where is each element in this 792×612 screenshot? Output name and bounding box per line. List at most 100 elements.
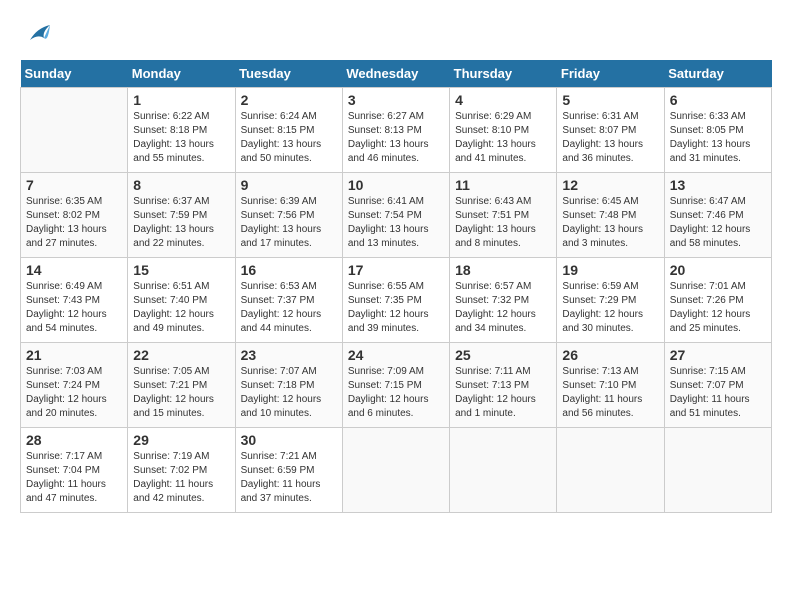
day-number: 27	[670, 347, 766, 363]
calendar-cell: 15 Sunrise: 6:51 AMSunset: 7:40 PMDaylig…	[128, 258, 235, 343]
calendar-cell	[21, 88, 128, 173]
logo	[20, 20, 52, 50]
calendar-cell: 27 Sunrise: 7:15 AMSunset: 7:07 PMDaylig…	[664, 343, 771, 428]
calendar-cell: 25 Sunrise: 7:11 AMSunset: 7:13 PMDaylig…	[450, 343, 557, 428]
calendar-cell: 9 Sunrise: 6:39 AMSunset: 7:56 PMDayligh…	[235, 173, 342, 258]
day-number: 12	[562, 177, 658, 193]
day-number: 14	[26, 262, 122, 278]
calendar-cell: 5 Sunrise: 6:31 AMSunset: 8:07 PMDayligh…	[557, 88, 664, 173]
day-number: 28	[26, 432, 122, 448]
weekday-header-row: SundayMondayTuesdayWednesdayThursdayFrid…	[21, 60, 772, 88]
calendar-cell	[557, 428, 664, 513]
day-info: Sunrise: 6:55 AMSunset: 7:35 PMDaylight:…	[348, 280, 444, 336]
day-info: Sunrise: 6:43 AMSunset: 7:51 PMDaylight:…	[455, 195, 551, 251]
day-number: 3	[348, 92, 444, 108]
day-info: Sunrise: 6:47 AMSunset: 7:46 PMDaylight:…	[670, 195, 766, 251]
day-info: Sunrise: 6:45 AMSunset: 7:48 PMDaylight:…	[562, 195, 658, 251]
day-info: Sunrise: 7:19 AMSunset: 7:02 PMDaylight:…	[133, 450, 229, 506]
day-number: 9	[241, 177, 337, 193]
calendar-cell: 12 Sunrise: 6:45 AMSunset: 7:48 PMDaylig…	[557, 173, 664, 258]
calendar-cell: 20 Sunrise: 7:01 AMSunset: 7:26 PMDaylig…	[664, 258, 771, 343]
page-header	[20, 20, 772, 50]
calendar-cell: 13 Sunrise: 6:47 AMSunset: 7:46 PMDaylig…	[664, 173, 771, 258]
weekday-header-saturday: Saturday	[664, 60, 771, 88]
day-info: Sunrise: 6:53 AMSunset: 7:37 PMDaylight:…	[241, 280, 337, 336]
day-info: Sunrise: 6:37 AMSunset: 7:59 PMDaylight:…	[133, 195, 229, 251]
calendar-cell: 16 Sunrise: 6:53 AMSunset: 7:37 PMDaylig…	[235, 258, 342, 343]
day-info: Sunrise: 6:24 AMSunset: 8:15 PMDaylight:…	[241, 110, 337, 166]
day-info: Sunrise: 7:17 AMSunset: 7:04 PMDaylight:…	[26, 450, 122, 506]
week-row-3: 14 Sunrise: 6:49 AMSunset: 7:43 PMDaylig…	[21, 258, 772, 343]
day-info: Sunrise: 7:11 AMSunset: 7:13 PMDaylight:…	[455, 365, 551, 421]
day-number: 6	[670, 92, 766, 108]
calendar-cell	[450, 428, 557, 513]
calendar-cell: 21 Sunrise: 7:03 AMSunset: 7:24 PMDaylig…	[21, 343, 128, 428]
calendar-cell: 17 Sunrise: 6:55 AMSunset: 7:35 PMDaylig…	[342, 258, 449, 343]
day-info: Sunrise: 7:09 AMSunset: 7:15 PMDaylight:…	[348, 365, 444, 421]
day-number: 22	[133, 347, 229, 363]
day-info: Sunrise: 7:15 AMSunset: 7:07 PMDaylight:…	[670, 365, 766, 421]
day-info: Sunrise: 6:49 AMSunset: 7:43 PMDaylight:…	[26, 280, 122, 336]
day-info: Sunrise: 6:57 AMSunset: 7:32 PMDaylight:…	[455, 280, 551, 336]
calendar-cell: 19 Sunrise: 6:59 AMSunset: 7:29 PMDaylig…	[557, 258, 664, 343]
calendar-cell: 4 Sunrise: 6:29 AMSunset: 8:10 PMDayligh…	[450, 88, 557, 173]
week-row-2: 7 Sunrise: 6:35 AMSunset: 8:02 PMDayligh…	[21, 173, 772, 258]
calendar-cell: 29 Sunrise: 7:19 AMSunset: 7:02 PMDaylig…	[128, 428, 235, 513]
day-number: 10	[348, 177, 444, 193]
weekday-header-thursday: Thursday	[450, 60, 557, 88]
day-number: 30	[241, 432, 337, 448]
day-info: Sunrise: 6:35 AMSunset: 8:02 PMDaylight:…	[26, 195, 122, 251]
day-info: Sunrise: 6:51 AMSunset: 7:40 PMDaylight:…	[133, 280, 229, 336]
day-info: Sunrise: 6:27 AMSunset: 8:13 PMDaylight:…	[348, 110, 444, 166]
weekday-header-wednesday: Wednesday	[342, 60, 449, 88]
calendar-cell	[342, 428, 449, 513]
calendar-cell: 22 Sunrise: 7:05 AMSunset: 7:21 PMDaylig…	[128, 343, 235, 428]
day-info: Sunrise: 7:07 AMSunset: 7:18 PMDaylight:…	[241, 365, 337, 421]
week-row-5: 28 Sunrise: 7:17 AMSunset: 7:04 PMDaylig…	[21, 428, 772, 513]
day-info: Sunrise: 6:33 AMSunset: 8:05 PMDaylight:…	[670, 110, 766, 166]
calendar-table: SundayMondayTuesdayWednesdayThursdayFrid…	[20, 60, 772, 513]
week-row-4: 21 Sunrise: 7:03 AMSunset: 7:24 PMDaylig…	[21, 343, 772, 428]
day-info: Sunrise: 7:05 AMSunset: 7:21 PMDaylight:…	[133, 365, 229, 421]
calendar-cell: 6 Sunrise: 6:33 AMSunset: 8:05 PMDayligh…	[664, 88, 771, 173]
calendar-cell: 14 Sunrise: 6:49 AMSunset: 7:43 PMDaylig…	[21, 258, 128, 343]
day-info: Sunrise: 6:59 AMSunset: 7:29 PMDaylight:…	[562, 280, 658, 336]
day-number: 25	[455, 347, 551, 363]
calendar-cell: 28 Sunrise: 7:17 AMSunset: 7:04 PMDaylig…	[21, 428, 128, 513]
day-number: 23	[241, 347, 337, 363]
day-info: Sunrise: 6:31 AMSunset: 8:07 PMDaylight:…	[562, 110, 658, 166]
day-number: 24	[348, 347, 444, 363]
weekday-header-tuesday: Tuesday	[235, 60, 342, 88]
calendar-cell: 26 Sunrise: 7:13 AMSunset: 7:10 PMDaylig…	[557, 343, 664, 428]
calendar-cell: 2 Sunrise: 6:24 AMSunset: 8:15 PMDayligh…	[235, 88, 342, 173]
day-info: Sunrise: 7:13 AMSunset: 7:10 PMDaylight:…	[562, 365, 658, 421]
day-number: 13	[670, 177, 766, 193]
calendar-cell: 18 Sunrise: 6:57 AMSunset: 7:32 PMDaylig…	[450, 258, 557, 343]
day-info: Sunrise: 7:01 AMSunset: 7:26 PMDaylight:…	[670, 280, 766, 336]
day-number: 7	[26, 177, 122, 193]
calendar-cell	[664, 428, 771, 513]
day-number: 5	[562, 92, 658, 108]
day-number: 2	[241, 92, 337, 108]
calendar-cell: 3 Sunrise: 6:27 AMSunset: 8:13 PMDayligh…	[342, 88, 449, 173]
day-number: 15	[133, 262, 229, 278]
day-number: 17	[348, 262, 444, 278]
day-info: Sunrise: 6:22 AMSunset: 8:18 PMDaylight:…	[133, 110, 229, 166]
day-number: 21	[26, 347, 122, 363]
calendar-cell: 7 Sunrise: 6:35 AMSunset: 8:02 PMDayligh…	[21, 173, 128, 258]
day-number: 29	[133, 432, 229, 448]
day-info: Sunrise: 7:03 AMSunset: 7:24 PMDaylight:…	[26, 365, 122, 421]
day-number: 20	[670, 262, 766, 278]
weekday-header-monday: Monday	[128, 60, 235, 88]
calendar-cell: 23 Sunrise: 7:07 AMSunset: 7:18 PMDaylig…	[235, 343, 342, 428]
calendar-cell: 8 Sunrise: 6:37 AMSunset: 7:59 PMDayligh…	[128, 173, 235, 258]
calendar-cell: 10 Sunrise: 6:41 AMSunset: 7:54 PMDaylig…	[342, 173, 449, 258]
week-row-1: 1 Sunrise: 6:22 AMSunset: 8:18 PMDayligh…	[21, 88, 772, 173]
day-number: 26	[562, 347, 658, 363]
day-number: 8	[133, 177, 229, 193]
day-number: 4	[455, 92, 551, 108]
day-number: 16	[241, 262, 337, 278]
calendar-cell: 11 Sunrise: 6:43 AMSunset: 7:51 PMDaylig…	[450, 173, 557, 258]
logo-icon	[22, 20, 52, 50]
calendar-cell: 24 Sunrise: 7:09 AMSunset: 7:15 PMDaylig…	[342, 343, 449, 428]
